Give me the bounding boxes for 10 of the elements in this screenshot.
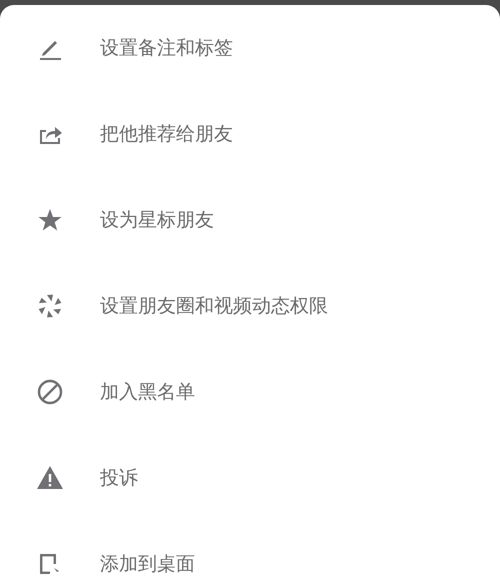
menu-item[interactable]: 加入黑名单	[100, 379, 195, 405]
menu-item[interactable]: 设置备注和标签	[100, 35, 233, 61]
menu-item[interactable]: 把他推荐给朋友	[100, 121, 233, 147]
menu-item[interactable]: 投诉	[100, 465, 138, 491]
menu-item[interactable]: 设为星标朋友	[100, 207, 214, 233]
aperture-icon	[36, 292, 64, 320]
warning-icon	[36, 464, 64, 492]
menu-item[interactable]: 设置朋友圈和视频动态权限	[100, 293, 328, 319]
prohibited-icon	[36, 378, 64, 406]
menu-item[interactable]: 添加到桌面	[100, 551, 195, 577]
